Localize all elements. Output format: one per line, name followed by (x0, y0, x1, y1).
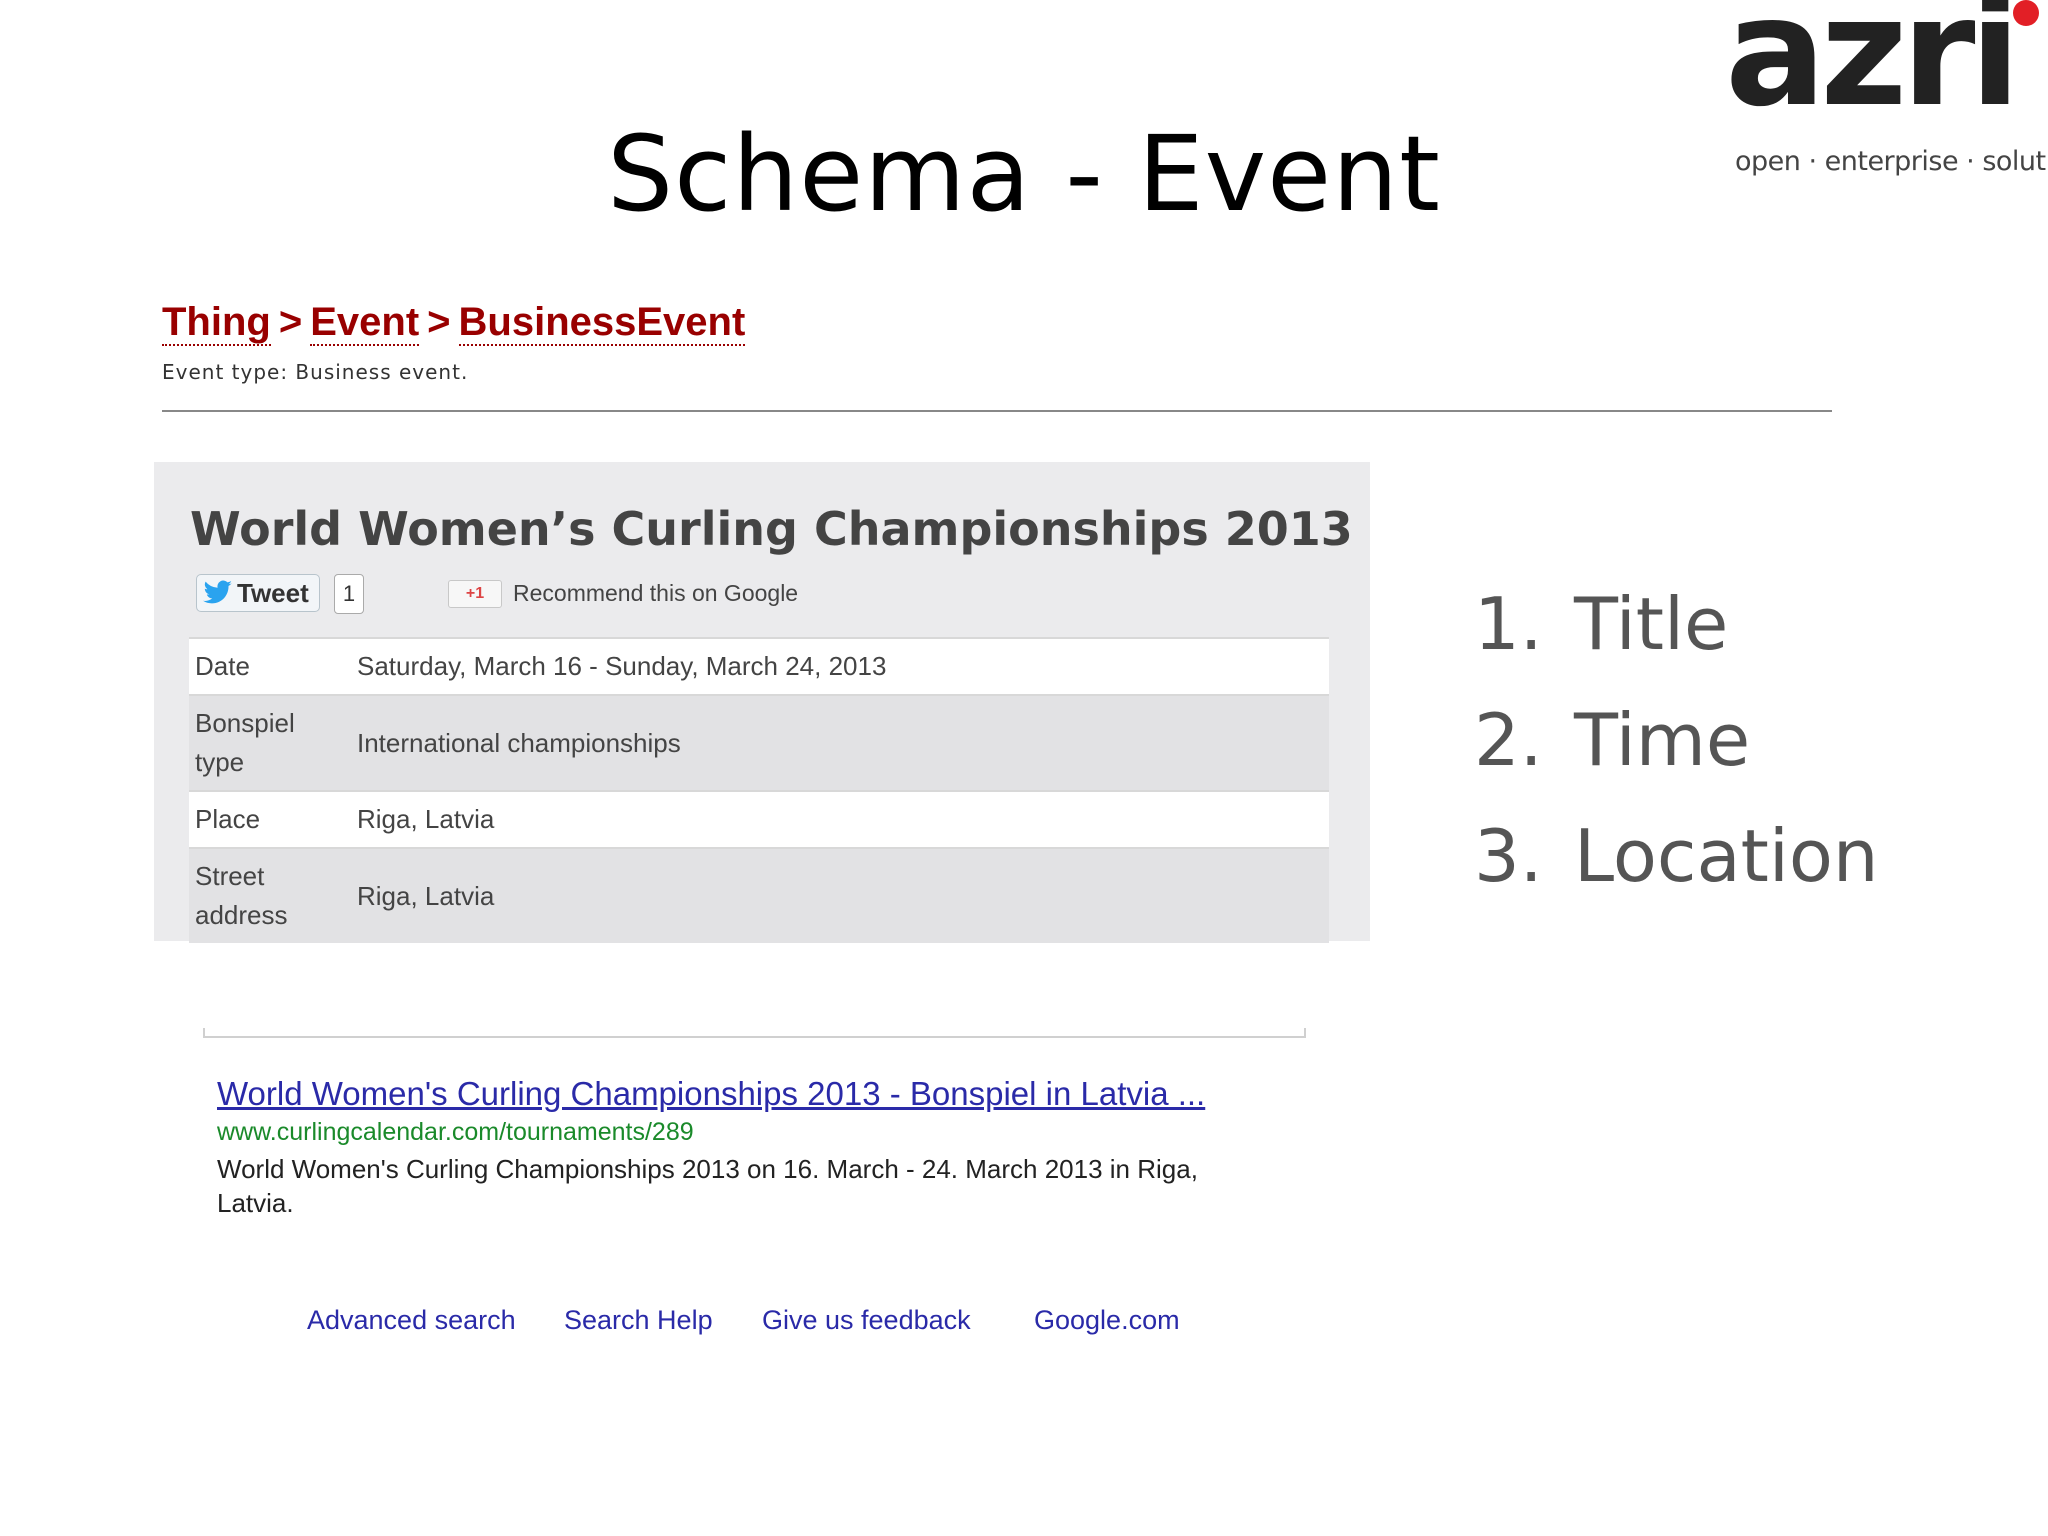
list-label: Time (1574, 698, 1751, 782)
row-value: Saturday, March 16 - Sunday, March 24, 2… (351, 637, 1329, 695)
table-row: Bonspiel type International championship… (189, 694, 1329, 791)
list-item: 3. Location (1474, 814, 1879, 898)
list-label: Title (1574, 582, 1729, 666)
breadcrumb-businessevent-link[interactable]: BusinessEvent (458, 300, 746, 346)
breadcrumb: Thing > Event > BusinessEvent (162, 300, 746, 346)
gplus-label: +1 (465, 585, 485, 602)
serp-divider (203, 1028, 1306, 1038)
row-label: Bonspiel type (189, 694, 351, 791)
row-value: International championships (351, 694, 1329, 791)
azri-logo: azri open · enterprise · solutions (1725, 0, 2048, 185)
search-result-title-link[interactable]: World Women's Curling Championships 2013… (217, 1075, 1205, 1113)
event-details-table: Date Saturday, March 16 - Sunday, March … (189, 637, 1329, 943)
row-label: Date (189, 637, 351, 695)
breadcrumb-event-link[interactable]: Event (310, 300, 420, 346)
row-label: Place (189, 790, 351, 848)
search-result-snippet: World Women's Curling Championships 2013… (217, 1154, 1198, 1218)
search-result-url: www.curlingcalendar.com/tournaments/289 (217, 1118, 694, 1146)
tweet-label: Tweet (237, 577, 309, 608)
event-title: World Women’s Curling Championships 2013 (190, 502, 1353, 556)
logo-dot (2013, 0, 2039, 26)
table-row: Place Riga, Latvia (189, 790, 1329, 848)
list-item: 1. Title (1474, 582, 1728, 666)
list-label: Location (1574, 814, 1879, 898)
feedback-link[interactable]: Give us feedback (762, 1305, 971, 1336)
event-panel: World Women’s Curling Championships 2013… (154, 462, 1370, 943)
google-com-link[interactable]: Google.com (1034, 1305, 1180, 1336)
recommend-google-text: Recommend this on Google (513, 580, 799, 606)
event-type-label: Event type: Business event. (162, 360, 469, 384)
search-help-link[interactable]: Search Help (564, 1305, 713, 1336)
list-number: 2. (1474, 698, 1543, 782)
row-value: Riga, Latvia (351, 847, 1329, 943)
table-row: Street address Riga, Latvia (189, 847, 1329, 943)
tweet-button[interactable]: Tweet (196, 574, 320, 612)
tweet-count: 1 (334, 574, 364, 614)
divider (162, 410, 1832, 412)
twitter-bird-icon (203, 580, 232, 604)
breadcrumb-thing-link[interactable]: Thing (162, 300, 271, 346)
breadcrumb-separator: > (278, 300, 303, 344)
logo-tagline: open · enterprise · solutions (1735, 146, 2048, 177)
list-number: 3. (1474, 814, 1543, 898)
google-plus-one-button[interactable]: +1 (448, 580, 502, 608)
advanced-search-link[interactable]: Advanced search (307, 1305, 516, 1336)
table-row: Date Saturday, March 16 - Sunday, March … (189, 637, 1329, 695)
row-label: Street address (189, 847, 351, 943)
logo-word: azri (1725, 0, 2021, 140)
list-item: 2. Time (1474, 698, 1750, 782)
list-number: 1. (1474, 582, 1543, 666)
row-value: Riga, Latvia (351, 790, 1329, 848)
breadcrumb-separator: > (427, 300, 451, 344)
